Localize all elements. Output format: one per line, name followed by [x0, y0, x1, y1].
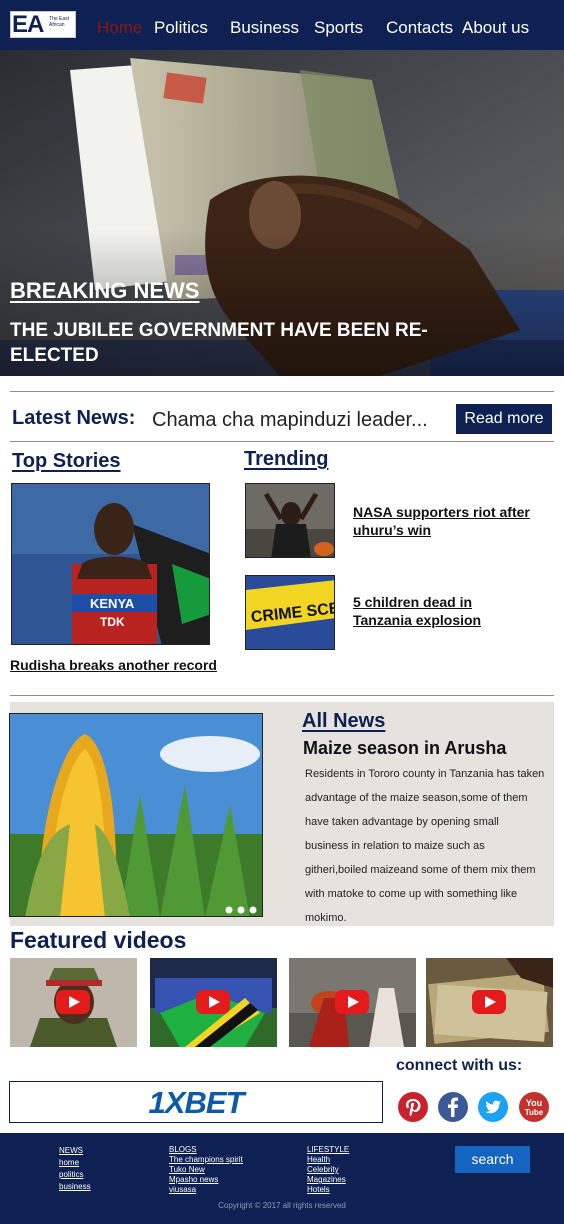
copyright-text: Copyright © 2017 all rights reserved — [218, 1201, 346, 1210]
footer-column-blogs: BLOGS The champions spirit Tuko New Mpas… — [169, 1145, 243, 1195]
nav-link-politics[interactable]: Politics — [154, 18, 208, 38]
trending-title-2[interactable]: 5 children dead in Tanzania explosion — [353, 593, 533, 629]
runner-photo: KENYA TDK — [12, 484, 209, 644]
footer-link-mpasho-news[interactable]: Mpasho news — [169, 1175, 243, 1185]
video-thumbnail-1[interactable] — [10, 958, 137, 1047]
trending-title-1[interactable]: NASA supporters riot after uhuru’s win — [353, 503, 533, 539]
footer-link-business[interactable]: business — [59, 1181, 91, 1193]
nav-link-business[interactable]: Business — [230, 18, 299, 38]
maize-article-body: Residents in Tororo county in Tanzania h… — [305, 768, 545, 924]
facebook-icon[interactable] — [438, 1092, 468, 1122]
youtube-icon-text-top: You — [526, 1098, 542, 1108]
breaking-news-label[interactable]: BREAKING NEWS — [10, 278, 199, 304]
top-story-image[interactable]: KENYA TDK — [11, 483, 210, 645]
advertisement-banner[interactable]: 1XBET — [9, 1081, 383, 1123]
svg-text:TDK: TDK — [100, 615, 125, 629]
top-navigation-bar: EA The East African Home Politics Busine… — [0, 0, 564, 50]
divider — [10, 441, 554, 442]
footer-link-magazines[interactable]: Magazines — [307, 1175, 349, 1185]
footer-link-home[interactable]: home — [59, 1157, 91, 1169]
footer-heading-blogs[interactable]: BLOGS — [169, 1145, 243, 1155]
svg-text:KENYA: KENYA — [90, 596, 135, 611]
video-thumbnail-4[interactable] — [426, 958, 553, 1047]
logo-letters: EA — [12, 11, 44, 38]
footer-link-politics[interactable]: politics — [59, 1169, 91, 1181]
footer-link-tuko-new[interactable]: Tuko New — [169, 1165, 243, 1175]
footer-link-celebrity[interactable]: Celebrity — [307, 1165, 349, 1175]
ad-logo-text: 1XBET — [148, 1085, 245, 1120]
twitter-icon[interactable] — [478, 1092, 508, 1122]
divider — [10, 695, 554, 696]
youtube-icon-text-bottom: Tube — [525, 1108, 544, 1117]
trending-image-riot[interactable] — [245, 483, 335, 558]
divider — [10, 391, 554, 392]
nav-link-about-us[interactable]: About us — [462, 18, 529, 38]
maize-article-title[interactable]: Maize season in Arusha — [303, 738, 506, 759]
pinterest-icon[interactable] — [398, 1092, 428, 1122]
maize-image[interactable] — [9, 713, 263, 917]
top-story-title[interactable]: Rudisha breaks another record — [10, 656, 220, 674]
hero-banner[interactable]: BREAKING NEWS THE JUBILEE GOVERNMENT HAV… — [0, 50, 564, 376]
crime-scene-photo: CRIME SCE — [246, 576, 334, 649]
maize-photo — [10, 714, 262, 916]
nav-link-sports[interactable]: Sports — [314, 18, 363, 38]
video-thumbnail-3[interactable] — [289, 958, 416, 1047]
footer-link-champions-spirit[interactable]: The champions spirit — [169, 1155, 243, 1165]
footer-link-health[interactable]: Health — [307, 1155, 349, 1165]
featured-videos-heading: Featured videos — [10, 927, 187, 953]
play-icon[interactable] — [335, 990, 369, 1014]
hero-headline[interactable]: THE JUBILEE GOVERNMENT HAVE BEEN RE-ELEC… — [10, 318, 480, 368]
play-icon[interactable] — [56, 990, 90, 1014]
footer-heading-news[interactable]: NEWS — [59, 1145, 91, 1157]
top-stories-heading[interactable]: Top Stories — [12, 450, 121, 473]
latest-news-ticker[interactable]: Chama cha mapinduzi leader... — [152, 409, 428, 432]
youtube-icon[interactable]: You Tube — [519, 1092, 549, 1122]
video-thumbnail-2[interactable] — [150, 958, 277, 1047]
logo-tagline: The East African — [49, 16, 70, 28]
riot-photo — [246, 484, 334, 557]
connect-with-us-label: connect with us: — [396, 1057, 523, 1074]
all-news-heading[interactable]: All News — [302, 710, 385, 733]
latest-news-label: Latest News: — [12, 407, 136, 429]
footer-link-viusasa[interactable]: viusasa — [169, 1185, 243, 1195]
footer-column-news: NEWS home politics business — [59, 1145, 91, 1193]
footer-column-lifestyle: LIFESTYLE Health Celebrity Magazines Hot… — [307, 1145, 349, 1195]
play-icon[interactable] — [196, 990, 230, 1014]
footer-heading-lifestyle[interactable]: LIFESTYLE — [307, 1145, 349, 1155]
site-logo[interactable]: EA The East African — [10, 11, 76, 38]
search-button[interactable]: search — [455, 1146, 530, 1173]
trending-heading[interactable]: Trending — [244, 448, 328, 471]
footer: NEWS home politics business BLOGS The ch… — [0, 1133, 564, 1224]
trending-image-crime[interactable]: CRIME SCE — [245, 575, 335, 650]
footer-link-hotels[interactable]: Hotels — [307, 1185, 349, 1195]
nav-link-contacts[interactable]: Contacts — [386, 18, 453, 38]
nav-link-home[interactable]: Home — [97, 18, 142, 38]
read-more-button[interactable]: Read more — [456, 404, 552, 434]
play-icon[interactable] — [472, 990, 506, 1014]
